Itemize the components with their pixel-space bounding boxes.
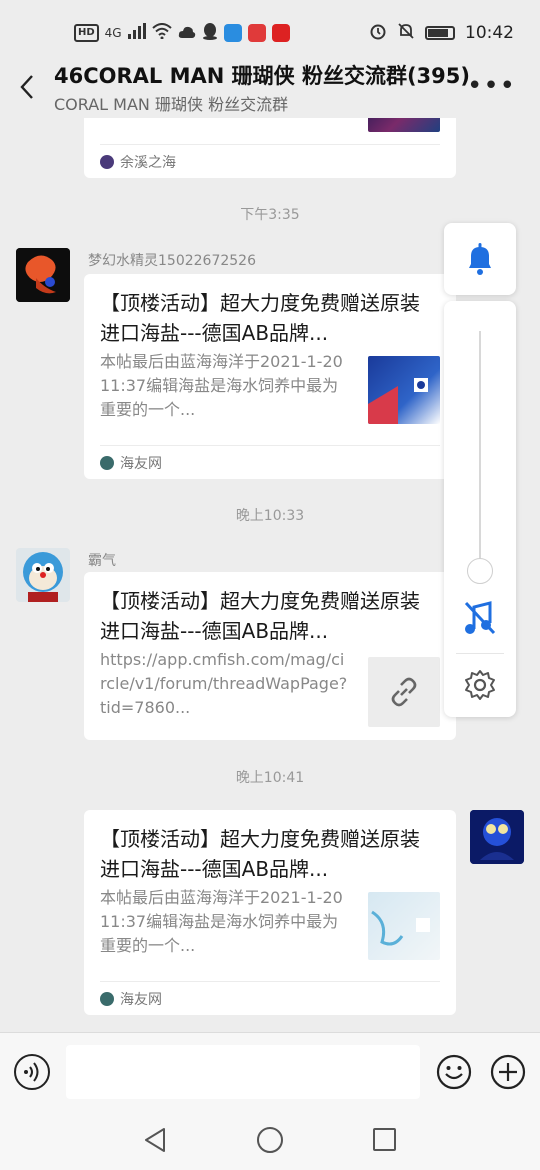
link-thumbnail [368,657,440,727]
signal-icon [127,23,146,43]
divider [456,653,504,654]
message-card[interactable]: 【顶楼活动】超大力度免费赠送原装进口海盐---德国AB品牌... https:/… [84,572,456,740]
music-off-icon [464,601,496,635]
message-card[interactable]: 余溪之海 [84,118,456,178]
status-right: 10:42 [369,22,514,44]
qq-icon [202,22,218,44]
settings-button[interactable] [464,669,496,705]
cloud-icon [178,24,196,43]
card-title: 【顶楼活动】超大力度免费赠送原装进口海盐---德国AB品牌... [100,291,420,345]
timestamp: 下午3:35 [240,207,300,223]
group-title: 46CORAL MAN 珊瑚侠 粉丝交流群(395) [54,64,470,88]
group-subtitle: CORAL MAN 珊瑚侠 粉丝交流群 [54,95,289,114]
chat-header: 46CORAL MAN 珊瑚侠 粉丝交流群(395) CORAL MAN 珊瑚侠… [0,56,540,118]
profile-photo-icon [470,810,524,864]
card-footer: 海友网 [100,981,440,1015]
system-nav-bar [0,1112,540,1170]
source-icon [100,154,114,169]
volume-panel [444,301,516,717]
card-title: 【顶楼活动】超大力度免费赠送原装进口海盐---德国AB品牌... [100,589,420,643]
my-avatar[interactable] [470,810,524,864]
status-left: HD 4G [74,22,290,44]
source-name: 余溪之海 [120,154,176,171]
music-mute-button[interactable] [462,599,498,641]
sender-name: 梦幻水精灵15022672526 [88,253,256,269]
card-footer: 海友网 [100,445,440,479]
card-footer: 余溪之海 [100,144,440,178]
avatar[interactable] [16,248,70,302]
alarm-icon [369,22,387,44]
avatar[interactable] [16,548,70,602]
network-label: 4G [104,26,122,40]
back-arrow-icon [20,75,33,99]
clock: 10:42 [465,23,514,43]
card-description: 本帖最后由蓝海海洋于2021-1-2011:37编辑海盐是海水饲养中最为重要的一… [100,888,343,955]
source-icon [100,455,114,470]
nav-home-button[interactable] [257,1127,283,1153]
gear-icon [465,670,495,700]
sender-name: 霸气 [88,553,116,569]
timestamp: 晚上10:41 [235,770,305,786]
card-thumbnail [368,892,440,960]
link-icon [391,677,417,707]
app-notification-icon-3 [271,24,290,42]
emoji-icon [436,1054,472,1090]
message-card[interactable]: 【顶楼活动】超大力度免费赠送原装进口海盐---德国AB品牌... 本帖最后由蓝海… [84,810,456,1015]
source-icon [100,991,114,1006]
app-notification-icon-2 [247,24,266,42]
nav-back-button[interactable] [142,1126,168,1154]
volume-slider-knob[interactable] [467,558,493,584]
fish-avatar-icon [16,248,70,302]
cartoon-cat-avatar-icon [16,548,70,602]
notification-toggle-button[interactable] [444,223,516,295]
more-button[interactable]: ••• [467,72,516,100]
voice-icon [24,1062,39,1082]
hd-badge: HD [74,24,99,42]
source-name: 海友网 [120,991,162,1008]
nav-recents-button[interactable] [373,1128,396,1151]
back-button[interactable] [14,68,42,104]
more-actions-button[interactable] [490,1054,526,1090]
wifi-icon [151,23,172,43]
mute-bell-icon [397,22,415,44]
plus-icon [490,1054,526,1090]
voice-button[interactable] [14,1054,50,1090]
input-bar [0,1032,540,1112]
card-url: https://app.cmfish.com/mag/circle/v1/for… [100,650,348,717]
message-input[interactable] [66,1045,420,1099]
triangle-back-icon [145,1128,165,1152]
source-name: 海友网 [120,455,162,472]
emoji-button[interactable] [436,1054,472,1090]
card-thumbnail [368,356,440,424]
bell-icon [469,243,491,275]
card-thumbnail [368,118,440,132]
battery-icon [425,26,455,40]
message-card[interactable]: 【顶楼活动】超大力度免费赠送原装进口海盐---德国AB品牌... 本帖最后由蓝海… [84,274,456,479]
card-description: 本帖最后由蓝海海洋于2021-1-2011:37编辑海盐是海水饲养中最为重要的一… [100,352,343,419]
card-title: 【顶楼活动】超大力度免费赠送原装进口海盐---德国AB品牌... [100,827,420,881]
app-notification-icon [223,24,242,42]
volume-slider[interactable] [479,331,481,571]
